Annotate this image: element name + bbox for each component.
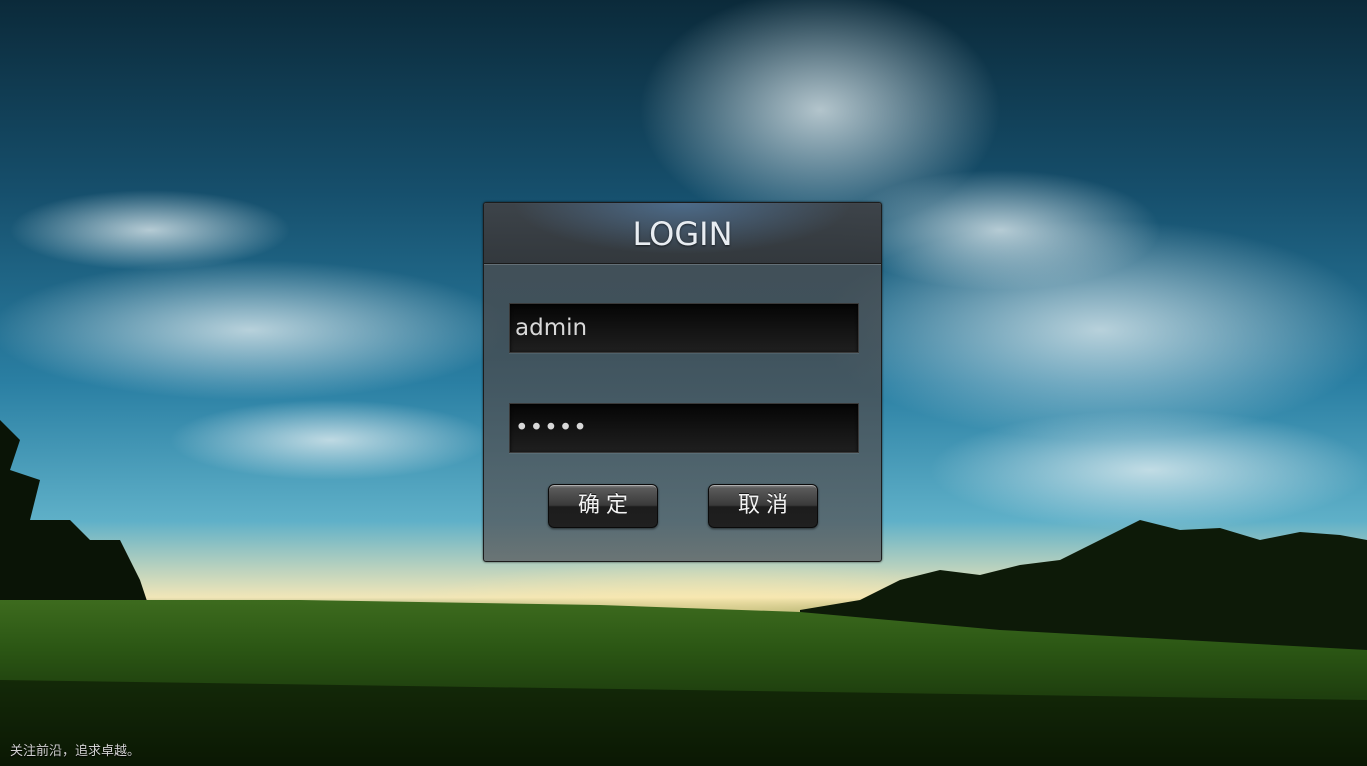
password-input[interactable]: ••••• — [509, 403, 859, 453]
login-title: LOGIN — [632, 215, 733, 253]
cancel-button[interactable]: 取消 — [708, 484, 818, 528]
login-page: LOGIN ••••• 确定 取消 关注前沿，追求卓越。 — [0, 0, 1367, 766]
footer-slogan: 关注前沿，追求卓越。 — [10, 744, 141, 759]
login-panel: LOGIN ••••• 确定 取消 — [483, 202, 882, 562]
username-input[interactable] — [509, 303, 859, 353]
login-header: LOGIN — [484, 203, 881, 264]
confirm-button[interactable]: 确定 — [548, 484, 658, 528]
